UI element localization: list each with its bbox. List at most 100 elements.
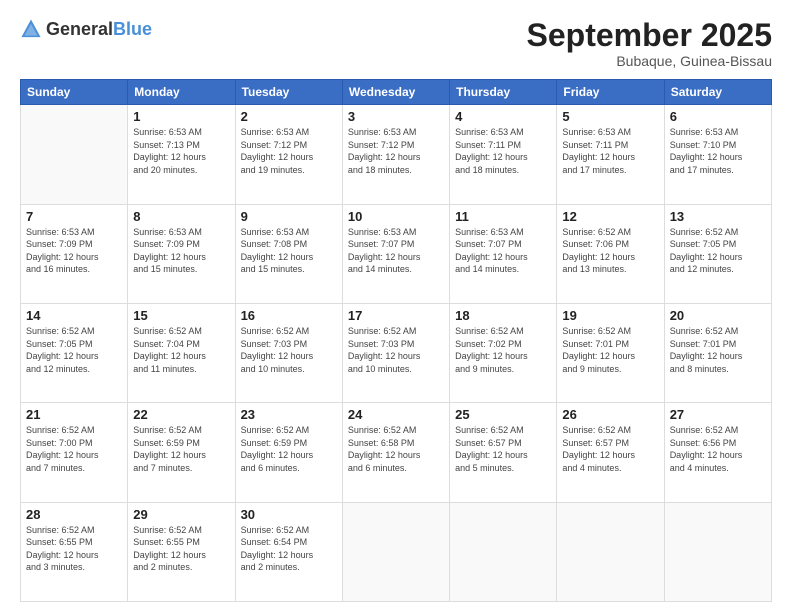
day-number: 26 bbox=[562, 407, 658, 422]
calendar-cell: 10 Sunrise: 6:53 AM Sunset: 7:07 PM Dayli… bbox=[342, 204, 449, 303]
calendar-cell: 21Sunrise: 6:52 AM Sunset: 7:00 PM Dayli… bbox=[21, 403, 128, 502]
day-number: 4 bbox=[455, 109, 551, 124]
logo-text: GeneralBlue bbox=[46, 19, 152, 40]
calendar-week-row: 1 Sunrise: 6:53 AM Sunset: 7:13 PM Daylig… bbox=[21, 105, 772, 204]
calendar-cell bbox=[21, 105, 128, 204]
logo-text-general: General bbox=[46, 19, 113, 39]
day-info: Sunrise: 6:52 AM Sunset: 7:02 PM Dayligh… bbox=[455, 325, 551, 375]
day-number: 13 bbox=[670, 209, 766, 224]
calendar-cell: 25 Sunrise: 6:52 AM Sunset: 6:57 PM Dayli… bbox=[450, 403, 557, 502]
calendar-cell: 15 Sunrise: 6:52 AM Sunset: 7:04 PM Dayli… bbox=[128, 303, 235, 402]
day-number: 7 bbox=[26, 209, 122, 224]
day-info: Sunrise: 6:52 AM Sunset: 6:59 PM Dayligh… bbox=[133, 424, 229, 474]
calendar-cell: 6 Sunrise: 6:53 AM Sunset: 7:10 PM Daylig… bbox=[664, 105, 771, 204]
day-info: Sunrise: 6:52 AM Sunset: 6:56 PM Dayligh… bbox=[670, 424, 766, 474]
day-info: Sunrise: 6:52 AM Sunset: 6:57 PM Dayligh… bbox=[562, 424, 658, 474]
day-number: 27 bbox=[670, 407, 766, 422]
calendar-cell: 4 Sunrise: 6:53 AM Sunset: 7:11 PM Daylig… bbox=[450, 105, 557, 204]
day-number: 30 bbox=[241, 507, 337, 522]
day-info: Sunrise: 6:53 AM Sunset: 7:13 PM Dayligh… bbox=[133, 126, 229, 176]
day-info: Sunrise: 6:53 AM Sunset: 7:12 PM Dayligh… bbox=[348, 126, 444, 176]
calendar-cell bbox=[557, 502, 664, 601]
day-info: Sunrise: 6:53 AM Sunset: 7:09 PM Dayligh… bbox=[26, 226, 122, 276]
calendar-table: SundayMondayTuesdayWednesdayThursdayFrid… bbox=[20, 79, 772, 602]
day-number: 23 bbox=[241, 407, 337, 422]
calendar-cell: 17Sunrise: 6:52 AM Sunset: 7:03 PM Dayli… bbox=[342, 303, 449, 402]
logo-icon bbox=[20, 18, 42, 40]
day-number: 19 bbox=[562, 308, 658, 323]
calendar-cell: 2 Sunrise: 6:53 AM Sunset: 7:12 PM Daylig… bbox=[235, 105, 342, 204]
day-info: Sunrise: 6:52 AM Sunset: 6:57 PM Dayligh… bbox=[455, 424, 551, 474]
calendar-cell: 24 Sunrise: 6:52 AM Sunset: 6:58 PM Dayli… bbox=[342, 403, 449, 502]
day-info: Sunrise: 6:52 AM Sunset: 6:54 PM Dayligh… bbox=[241, 524, 337, 574]
day-info: Sunrise: 6:52 AM Sunset: 7:05 PM Dayligh… bbox=[26, 325, 122, 375]
calendar-cell bbox=[450, 502, 557, 601]
day-info: Sunrise: 6:52 AM Sunset: 6:58 PM Dayligh… bbox=[348, 424, 444, 474]
day-number: 14 bbox=[26, 308, 122, 323]
day-number: 25 bbox=[455, 407, 551, 422]
logo: GeneralBlue bbox=[20, 18, 152, 40]
calendar-day-header: Tuesday bbox=[235, 80, 342, 105]
day-number: 6 bbox=[670, 109, 766, 124]
day-info: Sunrise: 6:53 AM Sunset: 7:07 PM Dayligh… bbox=[348, 226, 444, 276]
month-title: September 2025 bbox=[527, 18, 772, 53]
calendar-day-header: Monday bbox=[128, 80, 235, 105]
day-info: Sunrise: 6:53 AM Sunset: 7:11 PM Dayligh… bbox=[562, 126, 658, 176]
calendar-cell: 28Sunrise: 6:52 AM Sunset: 6:55 PM Dayli… bbox=[21, 502, 128, 601]
calendar-day-header: Sunday bbox=[21, 80, 128, 105]
calendar-cell: 1 Sunrise: 6:53 AM Sunset: 7:13 PM Daylig… bbox=[128, 105, 235, 204]
day-number: 20 bbox=[670, 308, 766, 323]
day-number: 29 bbox=[133, 507, 229, 522]
calendar-cell: 19 Sunrise: 6:52 AM Sunset: 7:01 PM Dayli… bbox=[557, 303, 664, 402]
day-number: 5 bbox=[562, 109, 658, 124]
day-info: Sunrise: 6:53 AM Sunset: 7:07 PM Dayligh… bbox=[455, 226, 551, 276]
calendar-cell: 13 Sunrise: 6:52 AM Sunset: 7:05 PM Dayli… bbox=[664, 204, 771, 303]
calendar-day-header: Saturday bbox=[664, 80, 771, 105]
day-info: Sunrise: 6:52 AM Sunset: 7:00 PM Dayligh… bbox=[26, 424, 122, 474]
calendar-week-row: 28Sunrise: 6:52 AM Sunset: 6:55 PM Dayli… bbox=[21, 502, 772, 601]
day-info: Sunrise: 6:52 AM Sunset: 7:05 PM Dayligh… bbox=[670, 226, 766, 276]
calendar-cell: 23 Sunrise: 6:52 AM Sunset: 6:59 PM Dayli… bbox=[235, 403, 342, 502]
calendar-week-row: 14 Sunrise: 6:52 AM Sunset: 7:05 PM Dayli… bbox=[21, 303, 772, 402]
page: GeneralBlue September 2025 Bubaque, Guin… bbox=[0, 0, 792, 612]
day-number: 15 bbox=[133, 308, 229, 323]
day-info: Sunrise: 6:52 AM Sunset: 7:01 PM Dayligh… bbox=[670, 325, 766, 375]
day-info: Sunrise: 6:53 AM Sunset: 7:08 PM Dayligh… bbox=[241, 226, 337, 276]
day-number: 16 bbox=[241, 308, 337, 323]
calendar-cell: 26 Sunrise: 6:52 AM Sunset: 6:57 PM Dayli… bbox=[557, 403, 664, 502]
location: Bubaque, Guinea-Bissau bbox=[527, 53, 772, 69]
day-info: Sunrise: 6:53 AM Sunset: 7:11 PM Dayligh… bbox=[455, 126, 551, 176]
calendar-cell: 8Sunrise: 6:53 AM Sunset: 7:09 PM Daylig… bbox=[128, 204, 235, 303]
day-number: 28 bbox=[26, 507, 122, 522]
calendar-day-header: Wednesday bbox=[342, 80, 449, 105]
day-info: Sunrise: 6:52 AM Sunset: 7:03 PM Dayligh… bbox=[348, 325, 444, 375]
calendar-cell: 12 Sunrise: 6:52 AM Sunset: 7:06 PM Dayli… bbox=[557, 204, 664, 303]
calendar-cell: 27 Sunrise: 6:52 AM Sunset: 6:56 PM Dayli… bbox=[664, 403, 771, 502]
day-info: Sunrise: 6:52 AM Sunset: 7:04 PM Dayligh… bbox=[133, 325, 229, 375]
logo-text-blue: Blue bbox=[113, 19, 152, 39]
day-number: 24 bbox=[348, 407, 444, 422]
calendar-cell: 9 Sunrise: 6:53 AM Sunset: 7:08 PM Daylig… bbox=[235, 204, 342, 303]
calendar-cell: 18Sunrise: 6:52 AM Sunset: 7:02 PM Dayli… bbox=[450, 303, 557, 402]
day-info: Sunrise: 6:52 AM Sunset: 7:01 PM Dayligh… bbox=[562, 325, 658, 375]
day-info: Sunrise: 6:53 AM Sunset: 7:12 PM Dayligh… bbox=[241, 126, 337, 176]
day-number: 1 bbox=[133, 109, 229, 124]
calendar-week-row: 7 Sunrise: 6:53 AM Sunset: 7:09 PM Daylig… bbox=[21, 204, 772, 303]
day-info: Sunrise: 6:52 AM Sunset: 6:59 PM Dayligh… bbox=[241, 424, 337, 474]
day-info: Sunrise: 6:53 AM Sunset: 7:10 PM Dayligh… bbox=[670, 126, 766, 176]
calendar-cell: 14 Sunrise: 6:52 AM Sunset: 7:05 PM Dayli… bbox=[21, 303, 128, 402]
day-number: 9 bbox=[241, 209, 337, 224]
calendar-cell: 5 Sunrise: 6:53 AM Sunset: 7:11 PM Daylig… bbox=[557, 105, 664, 204]
calendar-cell: 29Sunrise: 6:52 AM Sunset: 6:55 PM Dayli… bbox=[128, 502, 235, 601]
calendar-cell: 22Sunrise: 6:52 AM Sunset: 6:59 PM Dayli… bbox=[128, 403, 235, 502]
day-number: 2 bbox=[241, 109, 337, 124]
header: GeneralBlue September 2025 Bubaque, Guin… bbox=[20, 18, 772, 69]
calendar-cell: 20 Sunrise: 6:52 AM Sunset: 7:01 PM Dayli… bbox=[664, 303, 771, 402]
day-info: Sunrise: 6:52 AM Sunset: 7:06 PM Dayligh… bbox=[562, 226, 658, 276]
calendar-day-header: Thursday bbox=[450, 80, 557, 105]
calendar-week-row: 21Sunrise: 6:52 AM Sunset: 7:00 PM Dayli… bbox=[21, 403, 772, 502]
calendar-cell: 16Sunrise: 6:52 AM Sunset: 7:03 PM Dayli… bbox=[235, 303, 342, 402]
calendar-cell: 30 Sunrise: 6:52 AM Sunset: 6:54 PM Dayli… bbox=[235, 502, 342, 601]
day-number: 12 bbox=[562, 209, 658, 224]
day-number: 10 bbox=[348, 209, 444, 224]
